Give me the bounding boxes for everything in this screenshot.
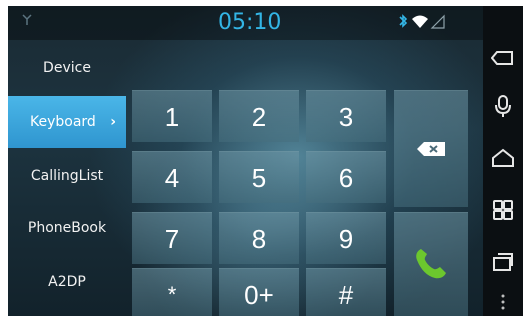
- key-3[interactable]: 3: [306, 90, 386, 142]
- usb-debug-icon: [22, 14, 32, 25]
- menu-item-device[interactable]: Device: [8, 42, 126, 94]
- key-2[interactable]: 2: [219, 90, 299, 142]
- key-9[interactable]: 9: [306, 212, 386, 264]
- key-5[interactable]: 5: [219, 151, 299, 203]
- car-head-unit-screen: 05:10 Device Keyboard › CallingList Phon…: [8, 6, 523, 316]
- key-star[interactable]: *: [132, 268, 212, 316]
- phone-menu: Device Keyboard › CallingList PhoneBook …: [8, 40, 126, 316]
- clock: 05:10: [218, 10, 282, 35]
- apps-grid-icon[interactable]: [491, 198, 515, 222]
- key-6[interactable]: 6: [306, 151, 386, 203]
- menu-item-label: PhoneBook: [27, 220, 107, 236]
- key-4[interactable]: 4: [132, 151, 212, 203]
- menu-item-label: CallingList: [30, 168, 104, 184]
- backspace-icon: [417, 142, 445, 156]
- key-7[interactable]: 7: [132, 212, 212, 264]
- status-bar: 05:10: [8, 6, 483, 40]
- delete-button[interactable]: [394, 90, 468, 207]
- key-hash[interactable]: #: [306, 268, 386, 316]
- menu-item-label: Keyboard: [30, 114, 96, 130]
- key-8[interactable]: 8: [219, 212, 299, 264]
- chevron-right-icon: ›: [110, 114, 116, 130]
- microphone-icon[interactable]: [491, 94, 515, 118]
- menu-item-a2dp[interactable]: A2DP: [8, 256, 126, 308]
- menu-item-keyboard[interactable]: Keyboard ›: [8, 96, 126, 148]
- recent-apps-icon[interactable]: [491, 250, 515, 274]
- menu-dots-icon[interactable]: [491, 290, 515, 314]
- status-icons: [399, 14, 445, 29]
- key-1[interactable]: 1: [132, 90, 212, 142]
- navigation-bar: [483, 6, 523, 316]
- key-zero-plus[interactable]: 0+: [219, 268, 299, 316]
- back-icon[interactable]: [491, 46, 515, 70]
- call-button[interactable]: [394, 212, 468, 316]
- menu-item-callinglist[interactable]: CallingList: [8, 150, 126, 202]
- wifi-icon: [412, 15, 428, 28]
- home-icon[interactable]: [491, 146, 515, 170]
- menu-item-label: Device: [43, 60, 91, 76]
- phone-call-icon: [416, 249, 446, 279]
- menu-item-label: A2DP: [48, 274, 86, 290]
- bluetooth-icon: [399, 14, 408, 28]
- signal-icon: [430, 14, 445, 29]
- menu-item-phonebook[interactable]: PhoneBook: [8, 202, 126, 254]
